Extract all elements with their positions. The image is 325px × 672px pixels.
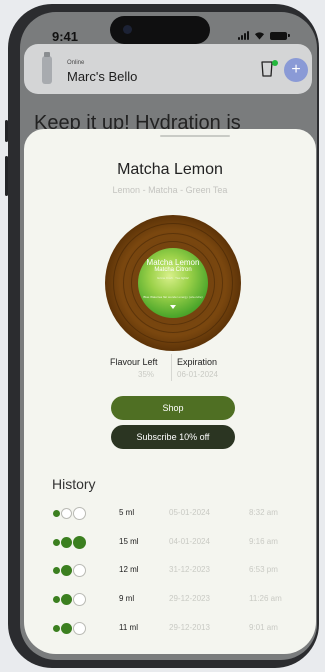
level-dot: [61, 564, 72, 576]
intake-level-indicator: [53, 506, 87, 520]
level-dot: [61, 507, 72, 519]
pod-label-subtitle: Matcha Citron: [154, 267, 192, 273]
level-dot: [73, 592, 86, 606]
history-amount: 11 ml: [119, 623, 138, 632]
history-date: 29-12-2013: [169, 623, 210, 632]
level-dot: [53, 538, 60, 546]
level-dot: [61, 536, 72, 548]
product-name: Matcha Lemon: [117, 161, 223, 178]
sheet-grabber[interactable]: [160, 135, 230, 137]
level-dot: [73, 506, 86, 520]
level-dot: [73, 563, 86, 577]
history-row: 11 ml 29-12-2013 9:01 am: [24, 621, 316, 635]
camera-icon: [123, 25, 132, 34]
wifi-icon: [255, 32, 264, 40]
level-dot: [61, 622, 72, 634]
history-row: 12 ml 31-12-2023 6:53 pm: [24, 563, 316, 577]
product-ingredients: Lemon - Matcha - Green Tea: [112, 185, 228, 195]
history-amount: 9 ml: [119, 594, 135, 603]
history-amount: 15 ml: [119, 537, 139, 546]
device-name: Marc's Bello: [67, 69, 138, 84]
dynamic-island: [110, 16, 210, 44]
level-dot: [53, 595, 60, 603]
expiration-value: 06-01-2024: [177, 370, 218, 379]
subscribe-button[interactable]: Subscribe 10% off: [111, 425, 235, 449]
history-amount: 12 ml: [119, 565, 139, 574]
level-dot: [53, 566, 60, 574]
level-dot: [61, 593, 72, 605]
history-time: 9:01 am: [249, 623, 278, 632]
history-row: 5 ml 05-01-2024 8:32 am: [24, 506, 316, 520]
level-dot: [73, 621, 86, 635]
history-time: 9:16 am: [249, 537, 278, 546]
flavour-left-value: 35%: [138, 370, 155, 379]
signal-icon: [238, 31, 249, 40]
expiration-label: Expiration: [177, 357, 218, 367]
flavour-left-label: Flavour Left: [110, 357, 158, 367]
level-dot: [53, 509, 60, 517]
online-indicator: [272, 60, 278, 66]
history-row: 9 ml 29-12-2023 11:26 am: [24, 592, 316, 606]
battery-icon: [270, 31, 290, 40]
shop-button[interactable]: Shop: [111, 396, 235, 420]
pod-label-tagline: Grüne Kraft · Tèe lights!: [157, 276, 189, 280]
history-amount: 5 ml: [119, 508, 135, 517]
intake-level-indicator: [53, 592, 87, 606]
connection-status: Online: [67, 60, 85, 66]
intake-level-indicator: [53, 563, 87, 577]
history-time: 6:53 pm: [249, 565, 278, 574]
history-date: 05-01-2024: [169, 508, 210, 517]
add-button[interactable]: +: [284, 58, 308, 82]
status-time: 9:41: [52, 29, 79, 44]
side-button: [5, 120, 8, 142]
level-dot: [53, 624, 60, 632]
history-date: 29-12-2023: [169, 594, 210, 603]
side-button: [5, 156, 8, 196]
intake-level-indicator: [53, 535, 87, 549]
flavour-pod-image: Matcha Lemon Matcha Citron Grüne Kraft ·…: [105, 215, 241, 351]
history-time: 8:32 am: [249, 508, 278, 517]
history-time: 11:26 am: [249, 594, 282, 603]
pod-label-arrow-icon: [170, 305, 176, 309]
history-title: History: [52, 476, 96, 492]
history-date: 31-12-2023: [169, 565, 210, 574]
history-date: 04-01-2024: [169, 537, 210, 546]
flavour-detail-sheet: Matcha Lemon Lemon - Matcha - Green Tea …: [24, 129, 316, 654]
pod-label-fineprint: Blue Watertea flat wonder energy. (wie-r…: [143, 295, 203, 299]
stat-divider: [171, 354, 172, 381]
status-icons: [238, 31, 290, 40]
history-row: 15 ml 04-01-2024 9:16 am: [24, 535, 316, 549]
level-dot: [73, 535, 86, 549]
pod-label-title: Matcha Lemon: [146, 258, 200, 267]
device-header[interactable]: Online Marc's Bello +: [24, 44, 312, 94]
bottle-icon: [42, 52, 52, 84]
intake-level-indicator: [53, 621, 87, 635]
